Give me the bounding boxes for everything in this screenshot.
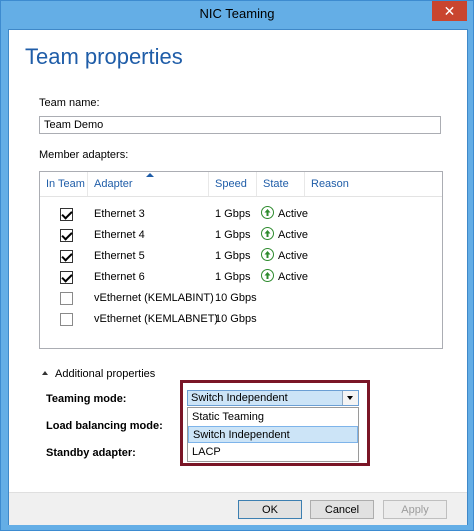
adapter-name: Ethernet 4	[94, 229, 145, 241]
cancel-button[interactable]: Cancel	[310, 500, 374, 519]
adapter-speed: 1 Gbps	[215, 208, 251, 220]
adapter-name: vEthernet (KEMLABINT)	[94, 292, 214, 304]
in-team-checkbox[interactable]	[60, 250, 73, 263]
adapter-speed: 1 Gbps	[215, 271, 251, 283]
dialog-body: Team properties Team name: Team Demo Mem…	[8, 29, 468, 525]
table-row[interactable]: Ethernet 6 1 Gbps Active	[40, 268, 442, 289]
adapter-name: vEthernet (KEMLABNET)	[94, 313, 219, 325]
adapter-speed: 10 Gbps	[215, 292, 257, 304]
in-team-checkbox[interactable]	[60, 271, 73, 284]
team-name-label: Team name:	[39, 97, 100, 109]
in-team-checkbox[interactable]	[60, 313, 73, 326]
active-arrow-icon	[261, 206, 274, 219]
adapter-name: Ethernet 5	[94, 250, 145, 262]
chevron-up-icon	[42, 371, 48, 375]
teaming-mode-label: Teaming mode:	[46, 393, 127, 405]
option-static-teaming[interactable]: Static Teaming	[188, 409, 358, 426]
teaming-mode-dropdown: Static Teaming Switch Independent LACP	[187, 407, 359, 462]
option-lacp[interactable]: LACP	[188, 444, 358, 461]
column-state[interactable]: State	[257, 172, 305, 196]
active-arrow-icon	[261, 227, 274, 240]
table-row[interactable]: Ethernet 5 1 Gbps Active	[40, 247, 442, 268]
in-team-checkbox[interactable]	[60, 208, 73, 221]
table-row[interactable]: Ethernet 4 1 Gbps Active	[40, 226, 442, 247]
standby-adapter-label: Standby adapter:	[46, 447, 136, 459]
in-team-checkbox[interactable]	[60, 229, 73, 242]
in-team-checkbox[interactable]	[60, 292, 73, 305]
member-adapters-label: Member adapters:	[39, 149, 129, 161]
active-arrow-icon	[261, 248, 274, 261]
member-adapters-list[interactable]: In Team Adapter Speed State Reason Ether…	[39, 171, 443, 349]
close-button[interactable]: ✕	[432, 1, 467, 21]
adapter-name: Ethernet 3	[94, 208, 145, 220]
column-reason[interactable]: Reason	[305, 172, 442, 196]
load-balancing-label: Load balancing mode:	[46, 420, 163, 432]
adapter-speed: 10 Gbps	[215, 313, 257, 325]
window-title: NIC Teaming	[199, 6, 275, 21]
list-header: In Team Adapter Speed State Reason	[40, 172, 442, 197]
title-bar[interactable]: NIC Teaming ✕	[1, 1, 473, 29]
adapter-speed: 1 Gbps	[215, 229, 251, 241]
table-row[interactable]: vEthernet (KEMLABNET) 10 Gbps	[40, 310, 442, 331]
column-speed[interactable]: Speed	[209, 172, 257, 196]
button-bar: OK Cancel Apply	[9, 492, 467, 525]
ok-button[interactable]: OK	[238, 500, 302, 519]
adapter-state: Active	[278, 271, 308, 283]
option-switch-independent[interactable]: Switch Independent	[188, 426, 358, 443]
active-arrow-icon	[261, 269, 274, 282]
column-in-team[interactable]: In Team	[40, 172, 88, 196]
teaming-mode-value: Switch Independent	[191, 392, 288, 404]
additional-properties-label: Additional properties	[55, 368, 156, 380]
page-title: Team properties	[25, 44, 183, 69]
nic-teaming-window: NIC Teaming ✕ Team properties Team name:…	[0, 0, 474, 531]
table-row[interactable]: vEthernet (KEMLABINT) 10 Gbps	[40, 289, 442, 310]
adapter-speed: 1 Gbps	[215, 250, 251, 262]
team-name-input[interactable]: Team Demo	[39, 116, 441, 134]
adapter-state: Active	[278, 208, 308, 220]
teaming-mode-select[interactable]: Switch Independent	[187, 390, 359, 406]
adapter-name: Ethernet 6	[94, 271, 145, 283]
apply-button[interactable]: Apply	[383, 500, 447, 519]
table-row[interactable]: Ethernet 3 1 Gbps Active	[40, 205, 442, 226]
chevron-down-icon[interactable]	[342, 391, 358, 405]
adapter-state: Active	[278, 250, 308, 262]
sort-ascending-icon	[146, 173, 154, 177]
adapter-state: Active	[278, 229, 308, 241]
close-icon: ✕	[443, 3, 456, 19]
